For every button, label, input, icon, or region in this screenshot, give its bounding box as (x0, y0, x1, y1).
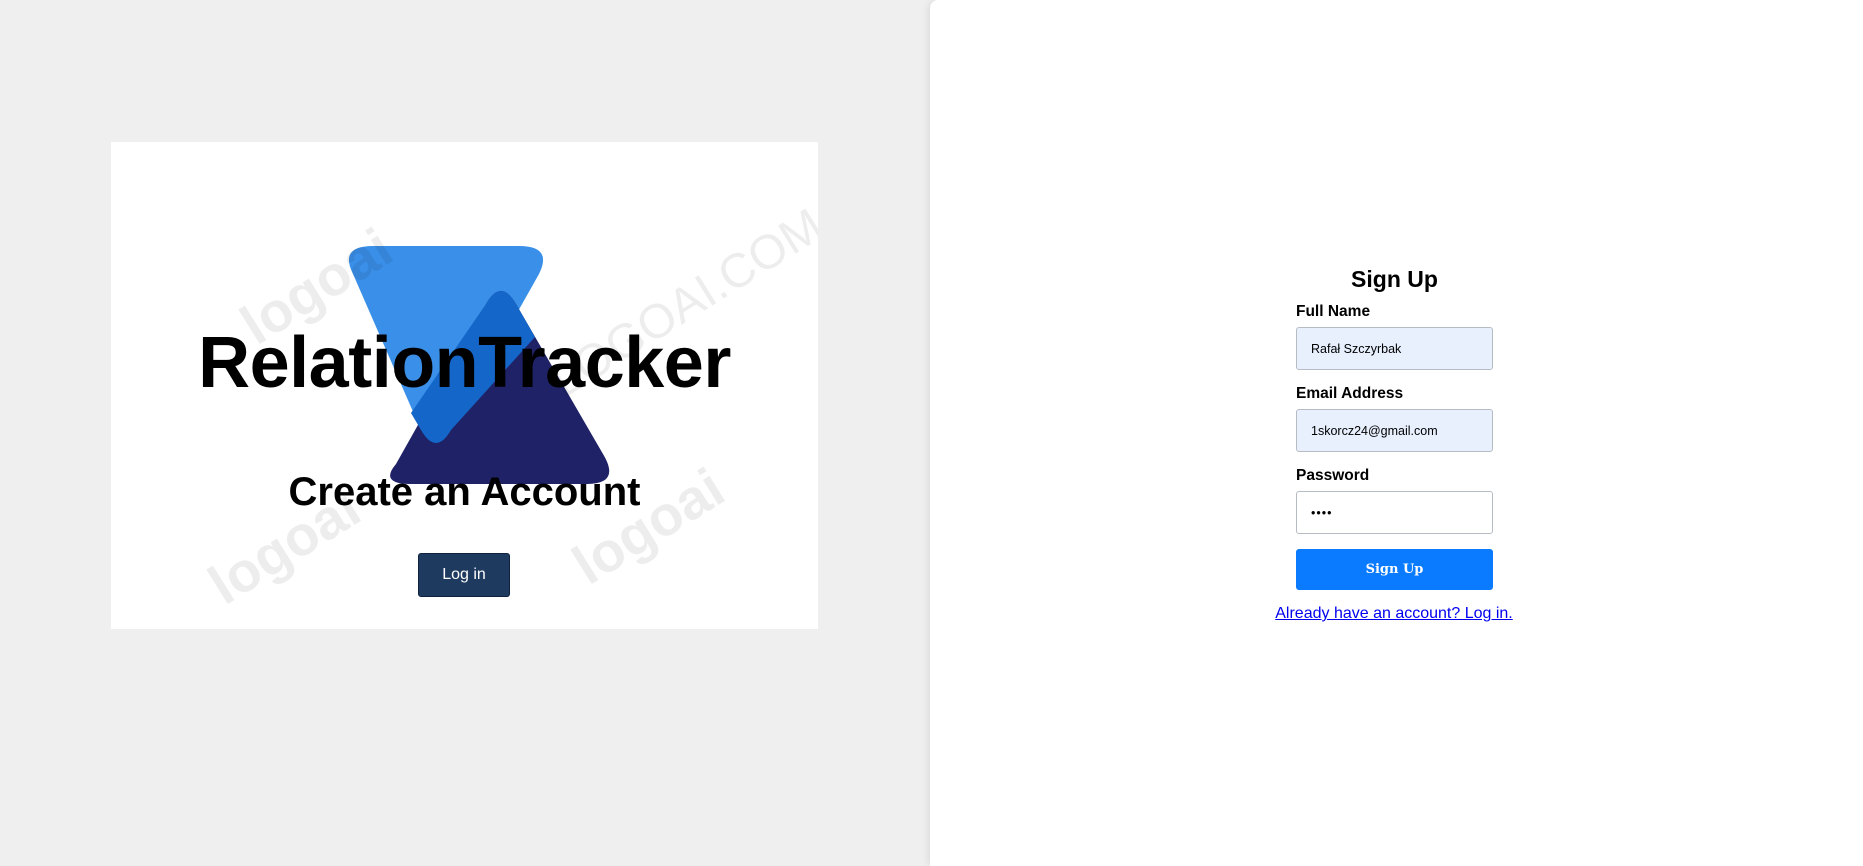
password-label: Password (1296, 467, 1370, 484)
full-name-label: Full Name (1296, 303, 1371, 320)
signup-button[interactable]: Sign Up (1296, 549, 1493, 590)
password-input[interactable] (1296, 491, 1493, 534)
page: logoai LOGOAI.COM logoai logoai Relation… (0, 0, 1863, 866)
email-label: Email Address (1296, 385, 1404, 402)
login-link[interactable]: Already have an account? Log in. (1264, 605, 1524, 623)
signup-title: Sign Up (1351, 266, 1438, 292)
hero-card: logoai LOGOAI.COM logoai logoai Relation… (111, 142, 818, 629)
login-button[interactable]: Log in (418, 553, 510, 597)
signup-panel: Sign Up Full Name Email Address Password… (930, 0, 1863, 866)
brand-title: RelationTracker (198, 323, 731, 403)
email-input[interactable] (1296, 409, 1493, 452)
full-name-input[interactable] (1296, 327, 1493, 370)
create-account-heading: Create an Account (288, 470, 641, 514)
signup-form: Sign Up Full Name Email Address Password… (1275, 266, 1513, 623)
